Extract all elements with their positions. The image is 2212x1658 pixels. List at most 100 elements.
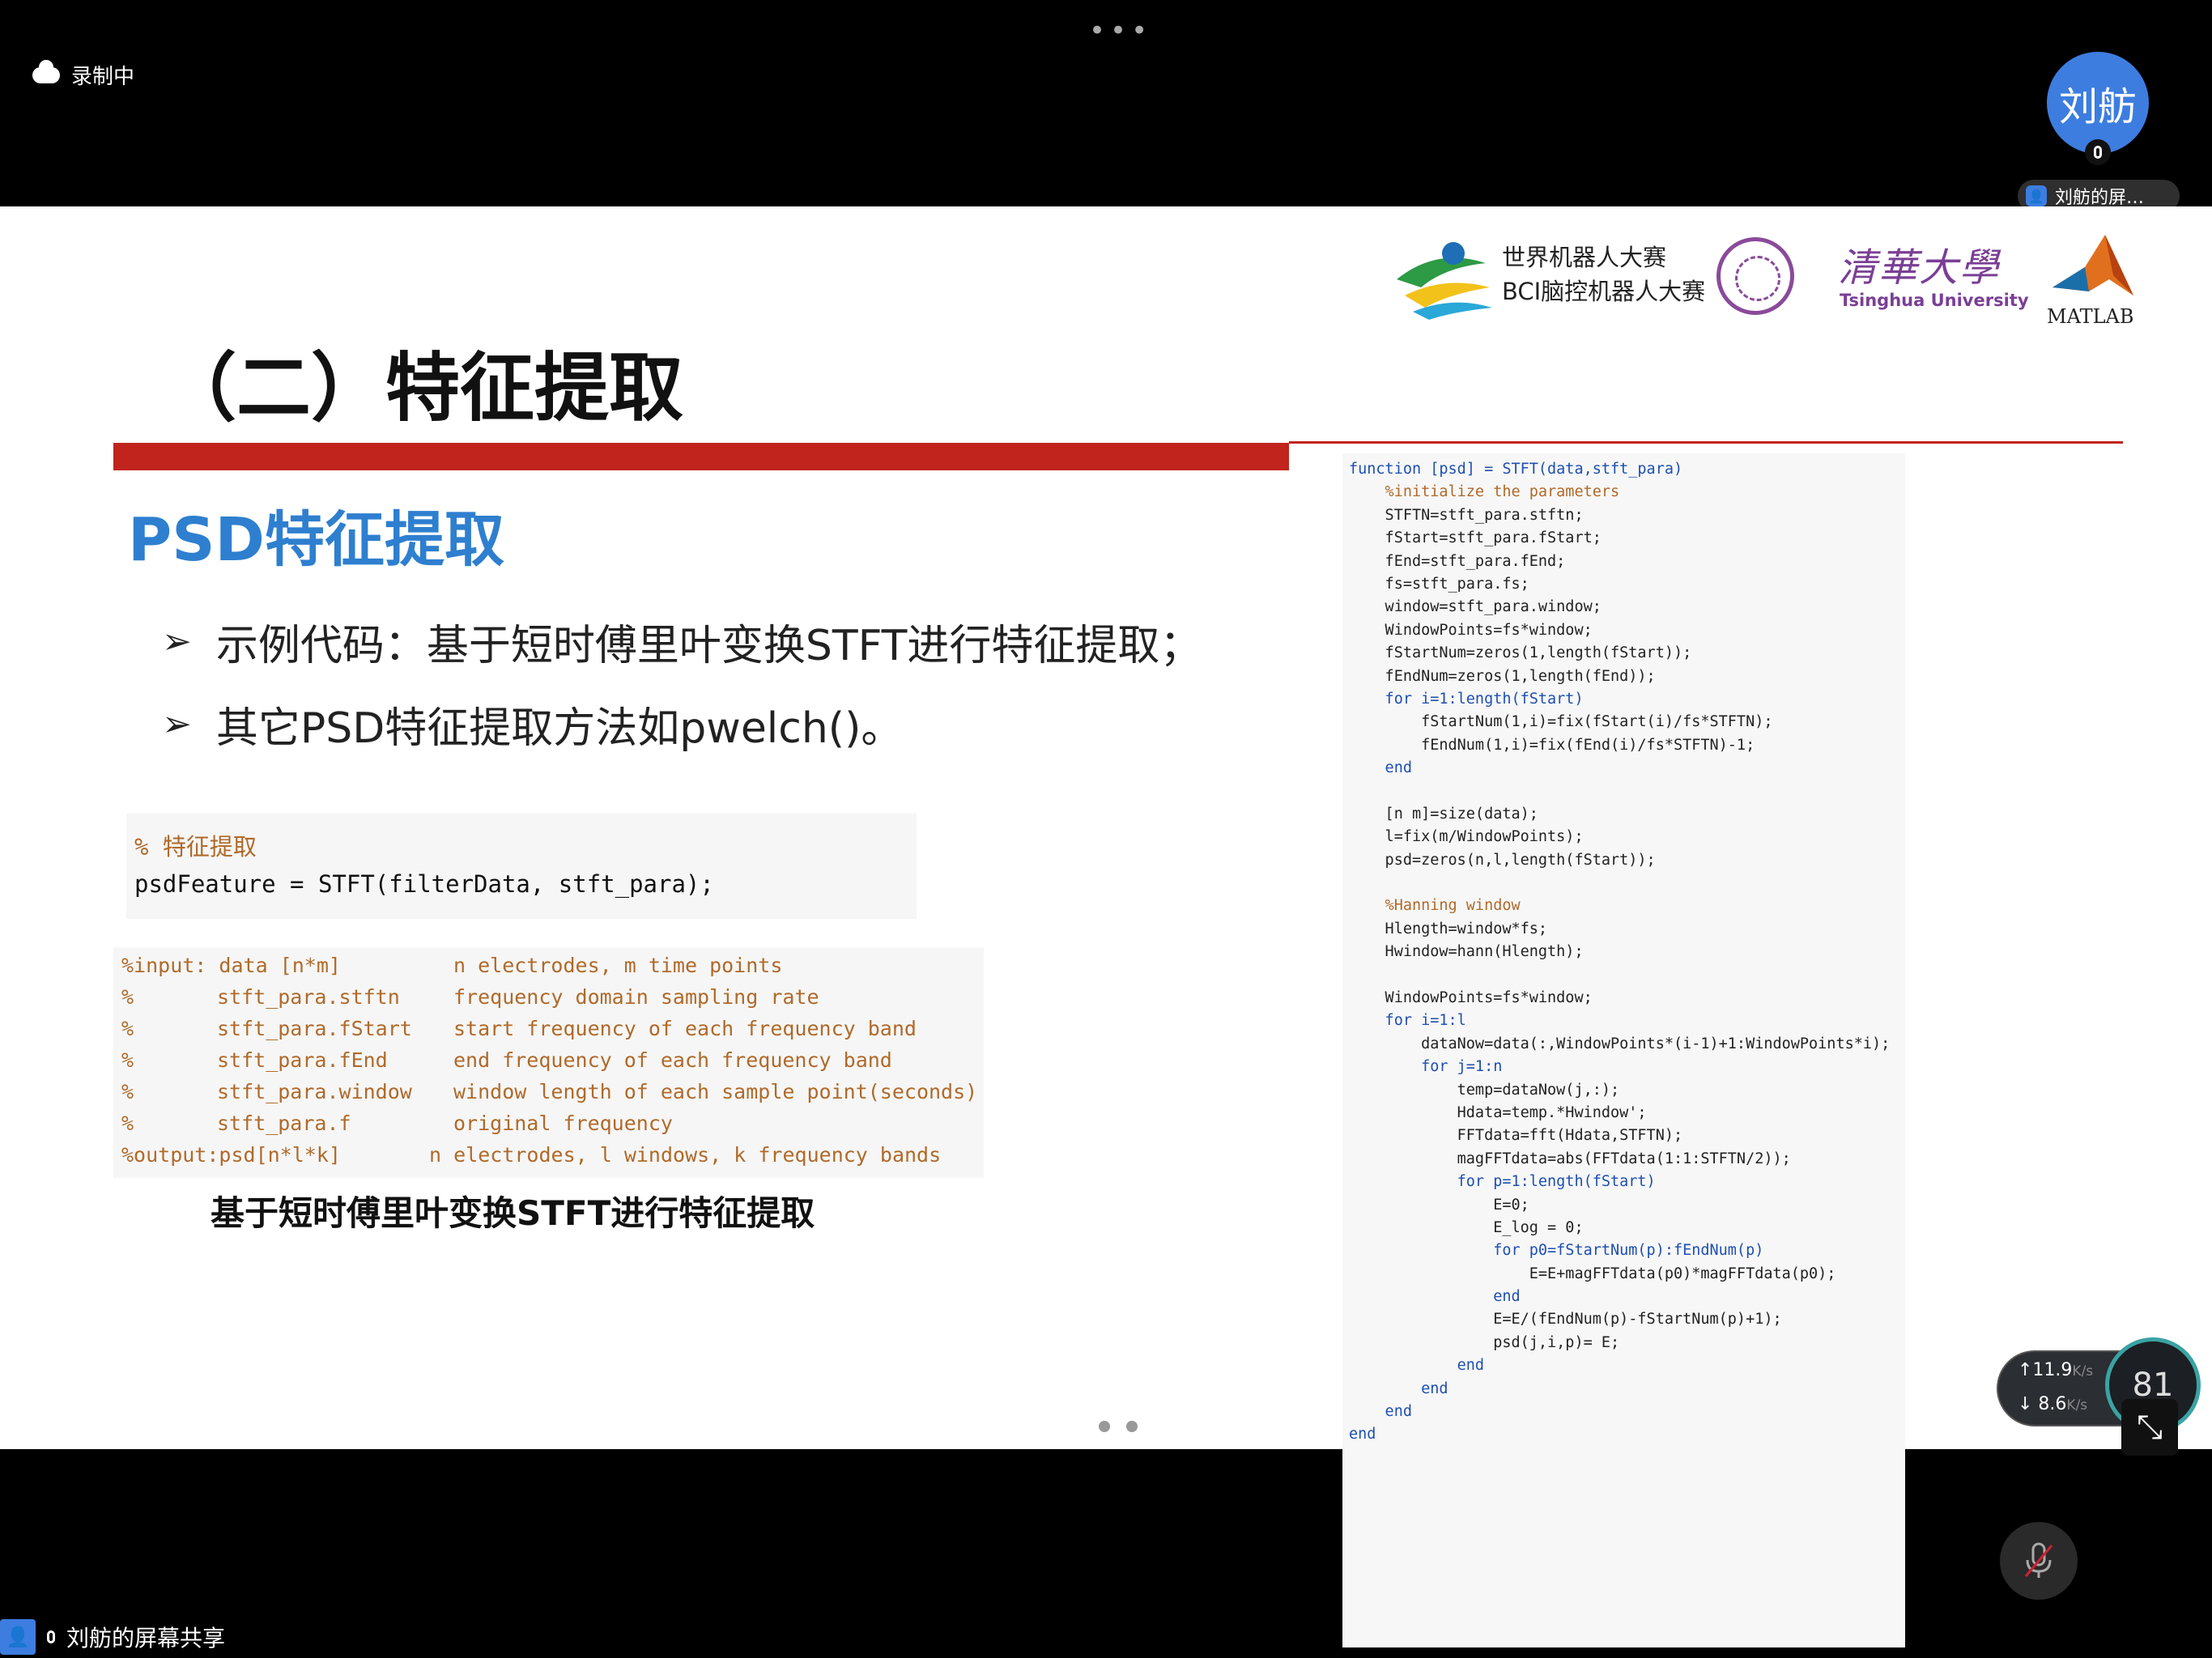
- arg-prefix: %input: data [n*m]: [121, 954, 341, 977]
- bullet-item: ➢ 其它PSD特征提取方法如pwelch()。: [162, 694, 903, 755]
- download-unit: K/s: [2066, 1397, 2088, 1414]
- logo-strip: 世界机器人大赛 BCI脑控机器人大赛 清華大學 Tsinghua Univers…: [1389, 231, 2142, 328]
- code-line: window=stft_para.window;: [1349, 598, 1602, 616]
- download-value: ↓ 8.6: [2018, 1394, 2067, 1414]
- figure-caption: 基于短时傅里叶变换STFT进行特征提取: [211, 1193, 815, 1233]
- arg-description: window length of each sample point(secon…: [453, 1080, 978, 1103]
- code-line: E=0;: [1349, 1196, 1529, 1214]
- code-line: end: [1349, 1357, 1485, 1375]
- competition-line-1: 世界机器人大赛: [1502, 244, 1667, 271]
- tsinghua-chinese-name: 清華大學: [1838, 245, 2001, 291]
- code-line: STFTN=stft_para.stftn;: [1349, 506, 1584, 524]
- slide-pager[interactable]: [1099, 1421, 1138, 1432]
- arg-table-row: %input: data [n*m] n electrodes, m time p…: [113, 954, 984, 985]
- code-listing-stft: function [psd] = STFT(data,stft_para) %i…: [1342, 453, 1905, 1647]
- code-argument-table: %input: data [n*m] n electrodes, m time p…: [113, 947, 984, 1178]
- competition-line-2: BCI脑控机器人大赛: [1502, 278, 1706, 305]
- code-line: %initialize the parameters: [1349, 483, 1620, 501]
- user-icon: 👤: [2026, 185, 2047, 206]
- screen-share-status: 👤 刘舫的屏幕共享: [0, 1619, 225, 1655]
- code-line: for p=1:length(fStart): [1349, 1173, 1656, 1191]
- arg-description: n electrodes, m time points: [453, 954, 783, 977]
- bullet-item: ➢ 示例代码：基于短时傅里叶变换STFT进行特征提取；: [162, 611, 1202, 672]
- competition-name: 世界机器人大赛 BCI脑控机器人大赛: [1502, 240, 1705, 308]
- code-line: l=fix(m/WindowPoints);: [1349, 828, 1584, 846]
- code-line: for i=1:l: [1349, 1012, 1466, 1030]
- sharer-tag-label: 刘舫的屏…: [2055, 188, 2145, 208]
- code-line: end: [1349, 1380, 1448, 1397]
- code-line: E=E/(fEndNum(p)-fStartNum(p)+1);: [1349, 1311, 1782, 1329]
- bullet-text: 其它PSD特征提取方法如pwelch()。: [215, 704, 904, 753]
- screen-share-label: 刘舫的屏幕共享: [66, 1625, 226, 1652]
- download-speed: ↓ 8.6K/s: [2018, 1394, 2087, 1414]
- code-line: Hlength=window*fs;: [1349, 920, 1548, 937]
- expand-icon[interactable]: ⤡: [2121, 1399, 2178, 1456]
- recording-indicator: 录制中: [32, 59, 135, 90]
- section-heading: PSD特征提取: [128, 505, 504, 575]
- arg-table-row: % stft_para.stftn frequency domain samplin…: [113, 985, 984, 1017]
- code-line: temp=dataNow(j,:);: [1349, 1081, 1620, 1099]
- arg-name: stft_para.f: [217, 1112, 351, 1135]
- code-comment: % 特征提取: [134, 833, 257, 861]
- title-underline-bar: [113, 443, 1289, 470]
- code-line: fs=stft_para.fs;: [1349, 575, 1529, 593]
- code-line: fEndNum(1,i)=fix(fEnd(i)/fs*STFTN)-1;: [1349, 736, 1755, 754]
- code-line: FFTdata=fft(Hdata,STFTN);: [1349, 1127, 1683, 1145]
- arg-prefix: %: [121, 1112, 134, 1135]
- robot-competition-logo-icon: [1397, 242, 1492, 320]
- recording-label: 录制中: [71, 65, 135, 89]
- arg-name: stft_para.window: [217, 1080, 412, 1103]
- code-line: WindowPoints=fs*window;: [1349, 621, 1593, 639]
- arg-prefix: %: [121, 1017, 134, 1040]
- matlab-logo-icon: [2052, 235, 2133, 295]
- arg-table-row: % stft_para.fEnd end frequency of each fre…: [113, 1048, 984, 1080]
- code-line: end: [1349, 759, 1412, 777]
- code-line: end: [1349, 1403, 1412, 1421]
- mic-icon: [47, 1630, 55, 1643]
- code-line: end: [1349, 1426, 1376, 1443]
- arg-description: original frequency: [453, 1112, 673, 1135]
- arg-name: stft_para.stftn: [217, 985, 400, 1009]
- user-icon: 👤: [0, 1619, 36, 1655]
- bullet-arrow-icon: ➢: [162, 704, 192, 745]
- tsinghua-english-name: Tsinghua University: [1840, 291, 2029, 310]
- code-line: fStartNum(1,i)=fix(fStart(i)/fs*STFTN);: [1349, 713, 1773, 731]
- code-line: dataNow=data(:,WindowPoints*(i-1)+1:Wind…: [1349, 1035, 1891, 1052]
- pager-dot[interactable]: [1099, 1421, 1110, 1432]
- arg-table-row: % stft_para.fStart start frequency of each…: [113, 1017, 984, 1048]
- code-line: for p0=fStartNum(p):fEndNum(p): [1349, 1242, 1764, 1260]
- arg-prefix: %: [121, 1080, 134, 1103]
- code-line: E_log = 0;: [1349, 1218, 1584, 1236]
- arg-description: n electrodes, l windows, k frequency ban…: [429, 1143, 942, 1167]
- code-line: Hdata=temp.*Hwindow';: [1349, 1103, 1647, 1121]
- bullet-text: 示例代码：基于短时傅里叶变换STFT进行特征提取；: [215, 622, 1202, 670]
- arg-prefix: %: [121, 1048, 134, 1072]
- shared-slide: 世界机器人大赛 BCI脑控机器人大赛 清華大學 Tsinghua Univers…: [0, 206, 2212, 1647]
- code-line: fStart=stft_para.fStart;: [1349, 529, 1602, 547]
- arg-description: frequency domain sampling rate: [453, 985, 819, 1009]
- code-line: psd(j,i,p)= E;: [1349, 1333, 1620, 1351]
- code-line: end: [1349, 1288, 1521, 1306]
- mute-button[interactable]: [2000, 1522, 2078, 1600]
- arg-table-row: % stft_para.f original frequency: [113, 1112, 984, 1143]
- arg-prefix: %: [121, 985, 134, 1009]
- arg-description: start frequency of each frequency band: [453, 1017, 917, 1040]
- more-options-icon[interactable]: •••: [1089, 15, 1152, 47]
- mic-muted-icon: [2024, 1542, 2053, 1578]
- arg-name: stft_para.fEnd: [217, 1048, 388, 1072]
- code-line: %Hanning window: [1349, 897, 1521, 915]
- arg-table-row: %output:psd[n*l*k] n electrodes, l window…: [113, 1143, 984, 1175]
- code-line: Hwindow=hann(Hlength);: [1349, 943, 1584, 961]
- upload-speed: ↑11.9K/s: [2018, 1360, 2093, 1380]
- code-line: fEnd=stft_para.fEnd;: [1349, 552, 1566, 570]
- arg-prefix: %output:psd[n*l*k]: [121, 1143, 341, 1167]
- arg-name: stft_para.fStart: [217, 1017, 412, 1040]
- pager-dot[interactable]: [1126, 1421, 1138, 1432]
- code-line: fStartNum=zeros(1,length(fStart));: [1349, 644, 1692, 662]
- code-line: psdFeature = STFT(filterData, stft_para)…: [134, 870, 714, 898]
- arg-description: end frequency of each frequency band: [453, 1048, 892, 1072]
- code-line: WindowPoints=fs*window;: [1349, 988, 1593, 1006]
- mic-icon: [2085, 139, 2111, 165]
